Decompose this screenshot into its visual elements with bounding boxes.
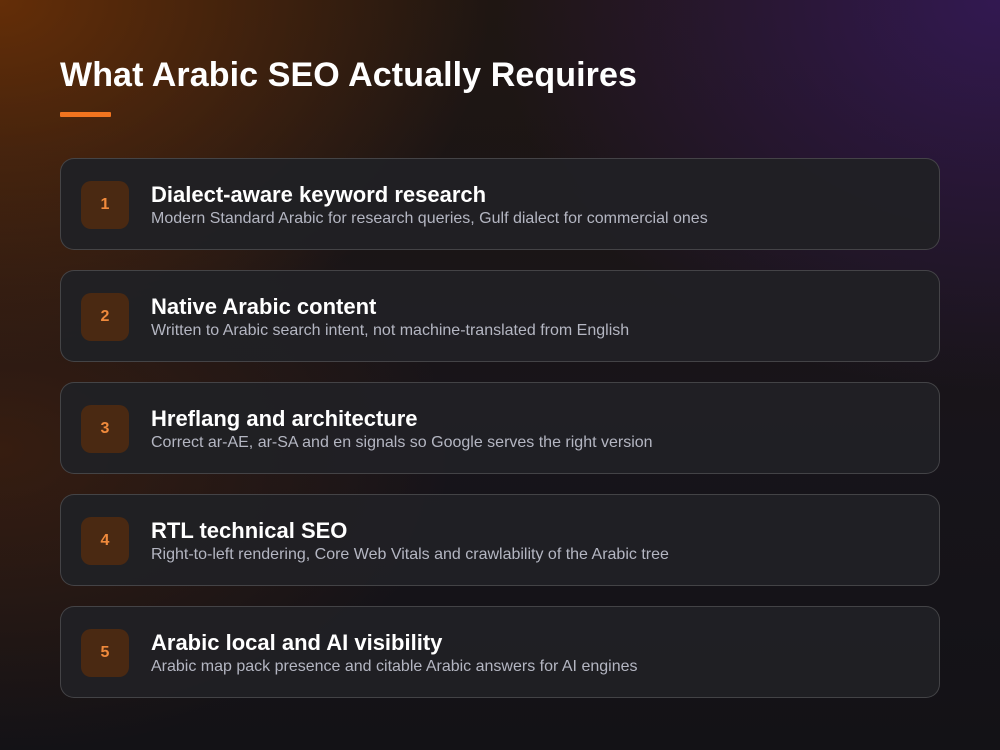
- requirement-description: Written to Arabic search intent, not mac…: [151, 322, 630, 339]
- requirement-title: Native Arabic content: [151, 294, 377, 319]
- requirement-title: Hreflang and architecture: [151, 406, 418, 431]
- requirement-description: Right-to-left rendering, Core Web Vitals…: [151, 546, 669, 563]
- requirement-title: Arabic local and AI visibility: [151, 630, 443, 655]
- requirement-description: Arabic map pack presence and citable Ara…: [151, 658, 638, 675]
- requirement-card-4: 4 RTL technical SEO Right-to-left render…: [60, 494, 940, 586]
- requirement-description: Correct ar-AE, ar-SA and en signals so G…: [151, 434, 653, 451]
- step-number-badge: 1: [81, 181, 129, 229]
- title-accent-bar: [60, 112, 111, 117]
- requirement-card-5: 5 Arabic local and AI visibility Arabic …: [60, 606, 940, 698]
- requirements-list: 1 Dialect-aware keyword research Modern …: [60, 158, 940, 718]
- step-number-badge: 2: [81, 293, 129, 341]
- requirement-card-1: 1 Dialect-aware keyword research Modern …: [60, 158, 940, 250]
- requirement-title: RTL technical SEO: [151, 518, 348, 543]
- requirement-card-2: 2 Native Arabic content Written to Arabi…: [60, 270, 940, 362]
- step-number-badge: 3: [81, 405, 129, 453]
- requirement-description: Modern Standard Arabic for research quer…: [151, 210, 708, 227]
- page-title: What Arabic SEO Actually Requires: [60, 56, 638, 94]
- requirement-card-3: 3 Hreflang and architecture Correct ar-A…: [60, 382, 940, 474]
- step-number-badge: 5: [81, 629, 129, 677]
- slide: What Arabic SEO Actually Requires 1 Dial…: [0, 0, 1000, 750]
- requirement-title: Dialect-aware keyword research: [151, 182, 487, 207]
- step-number-badge: 4: [81, 517, 129, 565]
